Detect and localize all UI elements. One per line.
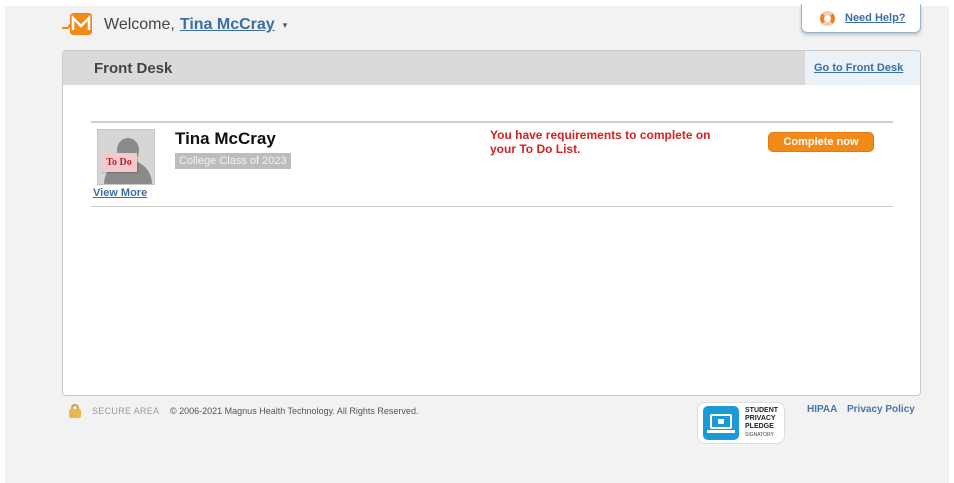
header: Welcome, Tina McCray ▾ [62, 10, 287, 40]
student-privacy-pledge-badge[interactable]: STUDENT PRIVACY PLEDGE SIGNATORY [697, 402, 785, 444]
lock-icon [69, 404, 81, 418]
panel-header: Front Desk Go to Front Desk [63, 51, 920, 85]
user-menu-link[interactable]: Tina McCray [180, 16, 275, 34]
front-desk-link-area: Go to Front Desk [805, 51, 920, 85]
pledge-signatory: SIGNATORY [745, 432, 774, 438]
student-class-badge: College Class of 2023 [175, 153, 291, 169]
welcome-text: Welcome, [104, 16, 175, 33]
complete-now-button[interactable]: Complete now [768, 132, 874, 152]
pledge-text: STUDENT PRIVACY PLEDGE SIGNATORY [745, 407, 778, 439]
panel-title: Front Desk [94, 60, 173, 77]
magnus-logo-icon [62, 13, 92, 35]
chevron-down-icon[interactable]: ▾ [283, 20, 288, 31]
pledge-line-1: STUDENT [745, 407, 779, 414]
avatar: To Do [97, 129, 155, 185]
requirements-message: You have requirements to complete on you… [490, 128, 711, 156]
pledge-line-3: PLEDGE [745, 423, 774, 430]
view-more-link[interactable]: View More [93, 187, 147, 199]
need-help-tab[interactable]: Need Help? [801, 4, 921, 33]
front-desk-panel: Front Desk Go to Front Desk To Do View M… [62, 50, 921, 396]
copyright-text: © 2006-2021 Magnus Health Technology. Al… [170, 406, 419, 416]
todo-badge: To Do [101, 153, 137, 172]
hipaa-link[interactable]: HIPAA [807, 404, 837, 415]
life-ring-icon [820, 10, 835, 26]
go-to-front-desk-link[interactable]: Go to Front Desk [814, 62, 903, 74]
need-help-link[interactable]: Need Help? [845, 12, 906, 24]
privacy-policy-link[interactable]: Privacy Policy [847, 404, 915, 415]
footer: SECURE AREA © 2006-2021 Magnus Health Te… [62, 402, 921, 448]
student-name: Tina McCray [175, 129, 276, 148]
student-row: To Do View More Tina McCray College Clas… [91, 121, 893, 207]
pledge-line-2: PRIVACY [745, 415, 776, 422]
secure-area-label: SECURE AREA [92, 406, 160, 416]
laptop-icon [703, 406, 739, 440]
